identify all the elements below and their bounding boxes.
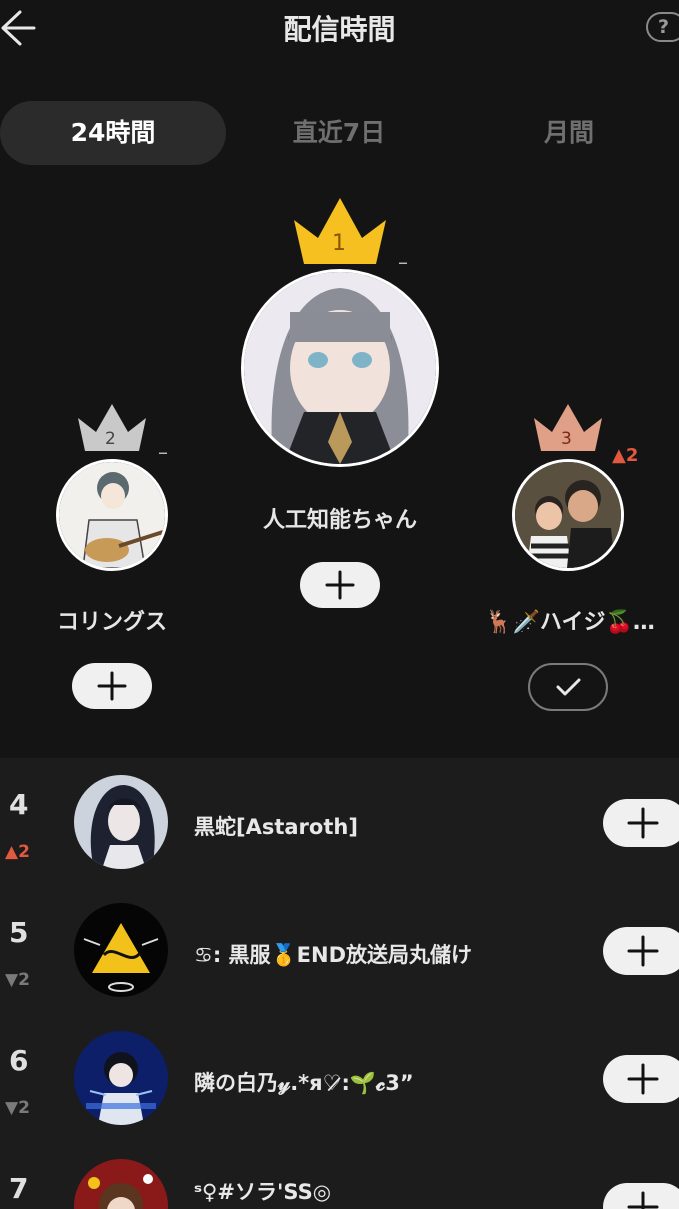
crown-gold-icon: 1: [292, 198, 388, 270]
avatar[interactable]: [74, 1031, 168, 1125]
tab-label: 直近7日: [292, 118, 386, 147]
plus-icon: [97, 671, 127, 701]
podium-name: コリングス: [56, 610, 167, 635]
ranking-list: 4 ▲2 黒蛇[Astaroth] 5 ▼2 ♋︎: 黒服🥇END放送局丸儲け …: [0, 758, 679, 1209]
avatar[interactable]: [512, 459, 624, 571]
avatar[interactable]: [56, 459, 168, 571]
list-item[interactable]: 7 ˢ♀#ソラ'SS◎: [0, 1142, 679, 1209]
rank-number: 7: [9, 1172, 29, 1205]
rank-change: ▲2: [612, 445, 639, 466]
plus-icon: [325, 570, 355, 600]
follow-button[interactable]: [72, 663, 152, 709]
crown-rank-number: 1: [332, 231, 346, 256]
plus-icon: [627, 935, 659, 967]
plus-icon: [627, 1063, 659, 1095]
streamer-name: 隣の白乃𝓎.*я♡̷̷:🌱𝓬3”: [194, 1071, 414, 1095]
page-title: 配信時間: [283, 13, 396, 46]
streamer-name: ♋︎: 黒服🥇END放送局丸儲け: [194, 943, 473, 967]
follow-button[interactable]: [603, 1055, 679, 1103]
tab-7days[interactable]: 直近7日: [226, 101, 452, 165]
check-icon: [556, 678, 581, 696]
crown-silver-icon: 2: [76, 404, 148, 456]
follow-button[interactable]: [603, 1183, 679, 1209]
tab-label: 24時間: [70, 118, 156, 147]
rank-number: 6: [9, 1044, 29, 1077]
question-icon: ?: [658, 16, 670, 38]
tab-label: 月間: [543, 118, 594, 147]
tab-24h[interactable]: 24時間: [0, 101, 226, 165]
streamer-name: ˢ♀#ソラ'SS◎: [194, 1180, 332, 1204]
rank-change: ▼2: [5, 1098, 30, 1118]
list-item[interactable]: 6 ▼2 隣の白乃𝓎.*я♡̷̷:🌱𝓬3”: [0, 1014, 679, 1142]
podium-name: 🦌🗡️ハイジ🍒…: [485, 610, 655, 635]
follow-button[interactable]: [300, 562, 380, 608]
following-button[interactable]: [528, 663, 608, 711]
rank-number: 4: [9, 788, 29, 821]
rank-change: ▲2: [5, 842, 30, 862]
help-button[interactable]: ?: [646, 12, 679, 42]
follow-button[interactable]: [603, 927, 679, 975]
crown-bronze-icon: 3: [532, 404, 604, 456]
plus-icon: [627, 1191, 659, 1209]
list-item[interactable]: 4 ▲2 黒蛇[Astaroth]: [0, 758, 679, 886]
streamer-name: 黒蛇[Astaroth]: [194, 815, 358, 839]
rank-number: 5: [9, 916, 29, 949]
rank-change: –: [398, 250, 408, 274]
avatar[interactable]: [74, 775, 168, 869]
rank-change: –: [158, 440, 168, 464]
avatar[interactable]: [74, 903, 168, 997]
crown-rank-number: 2: [105, 429, 116, 449]
tab-monthly[interactable]: 月間: [456, 101, 679, 165]
list-item[interactable]: 5 ▼2 ♋︎: 黒服🥇END放送局丸儲け: [0, 886, 679, 1014]
podium-name: 人工知能ちゃん: [262, 508, 417, 533]
avatar[interactable]: [74, 1159, 168, 1209]
avatar[interactable]: [241, 269, 439, 467]
follow-button[interactable]: [603, 799, 679, 847]
crown-rank-number: 3: [561, 429, 572, 449]
rank-change: ▼2: [5, 970, 30, 990]
plus-icon: [627, 807, 659, 839]
